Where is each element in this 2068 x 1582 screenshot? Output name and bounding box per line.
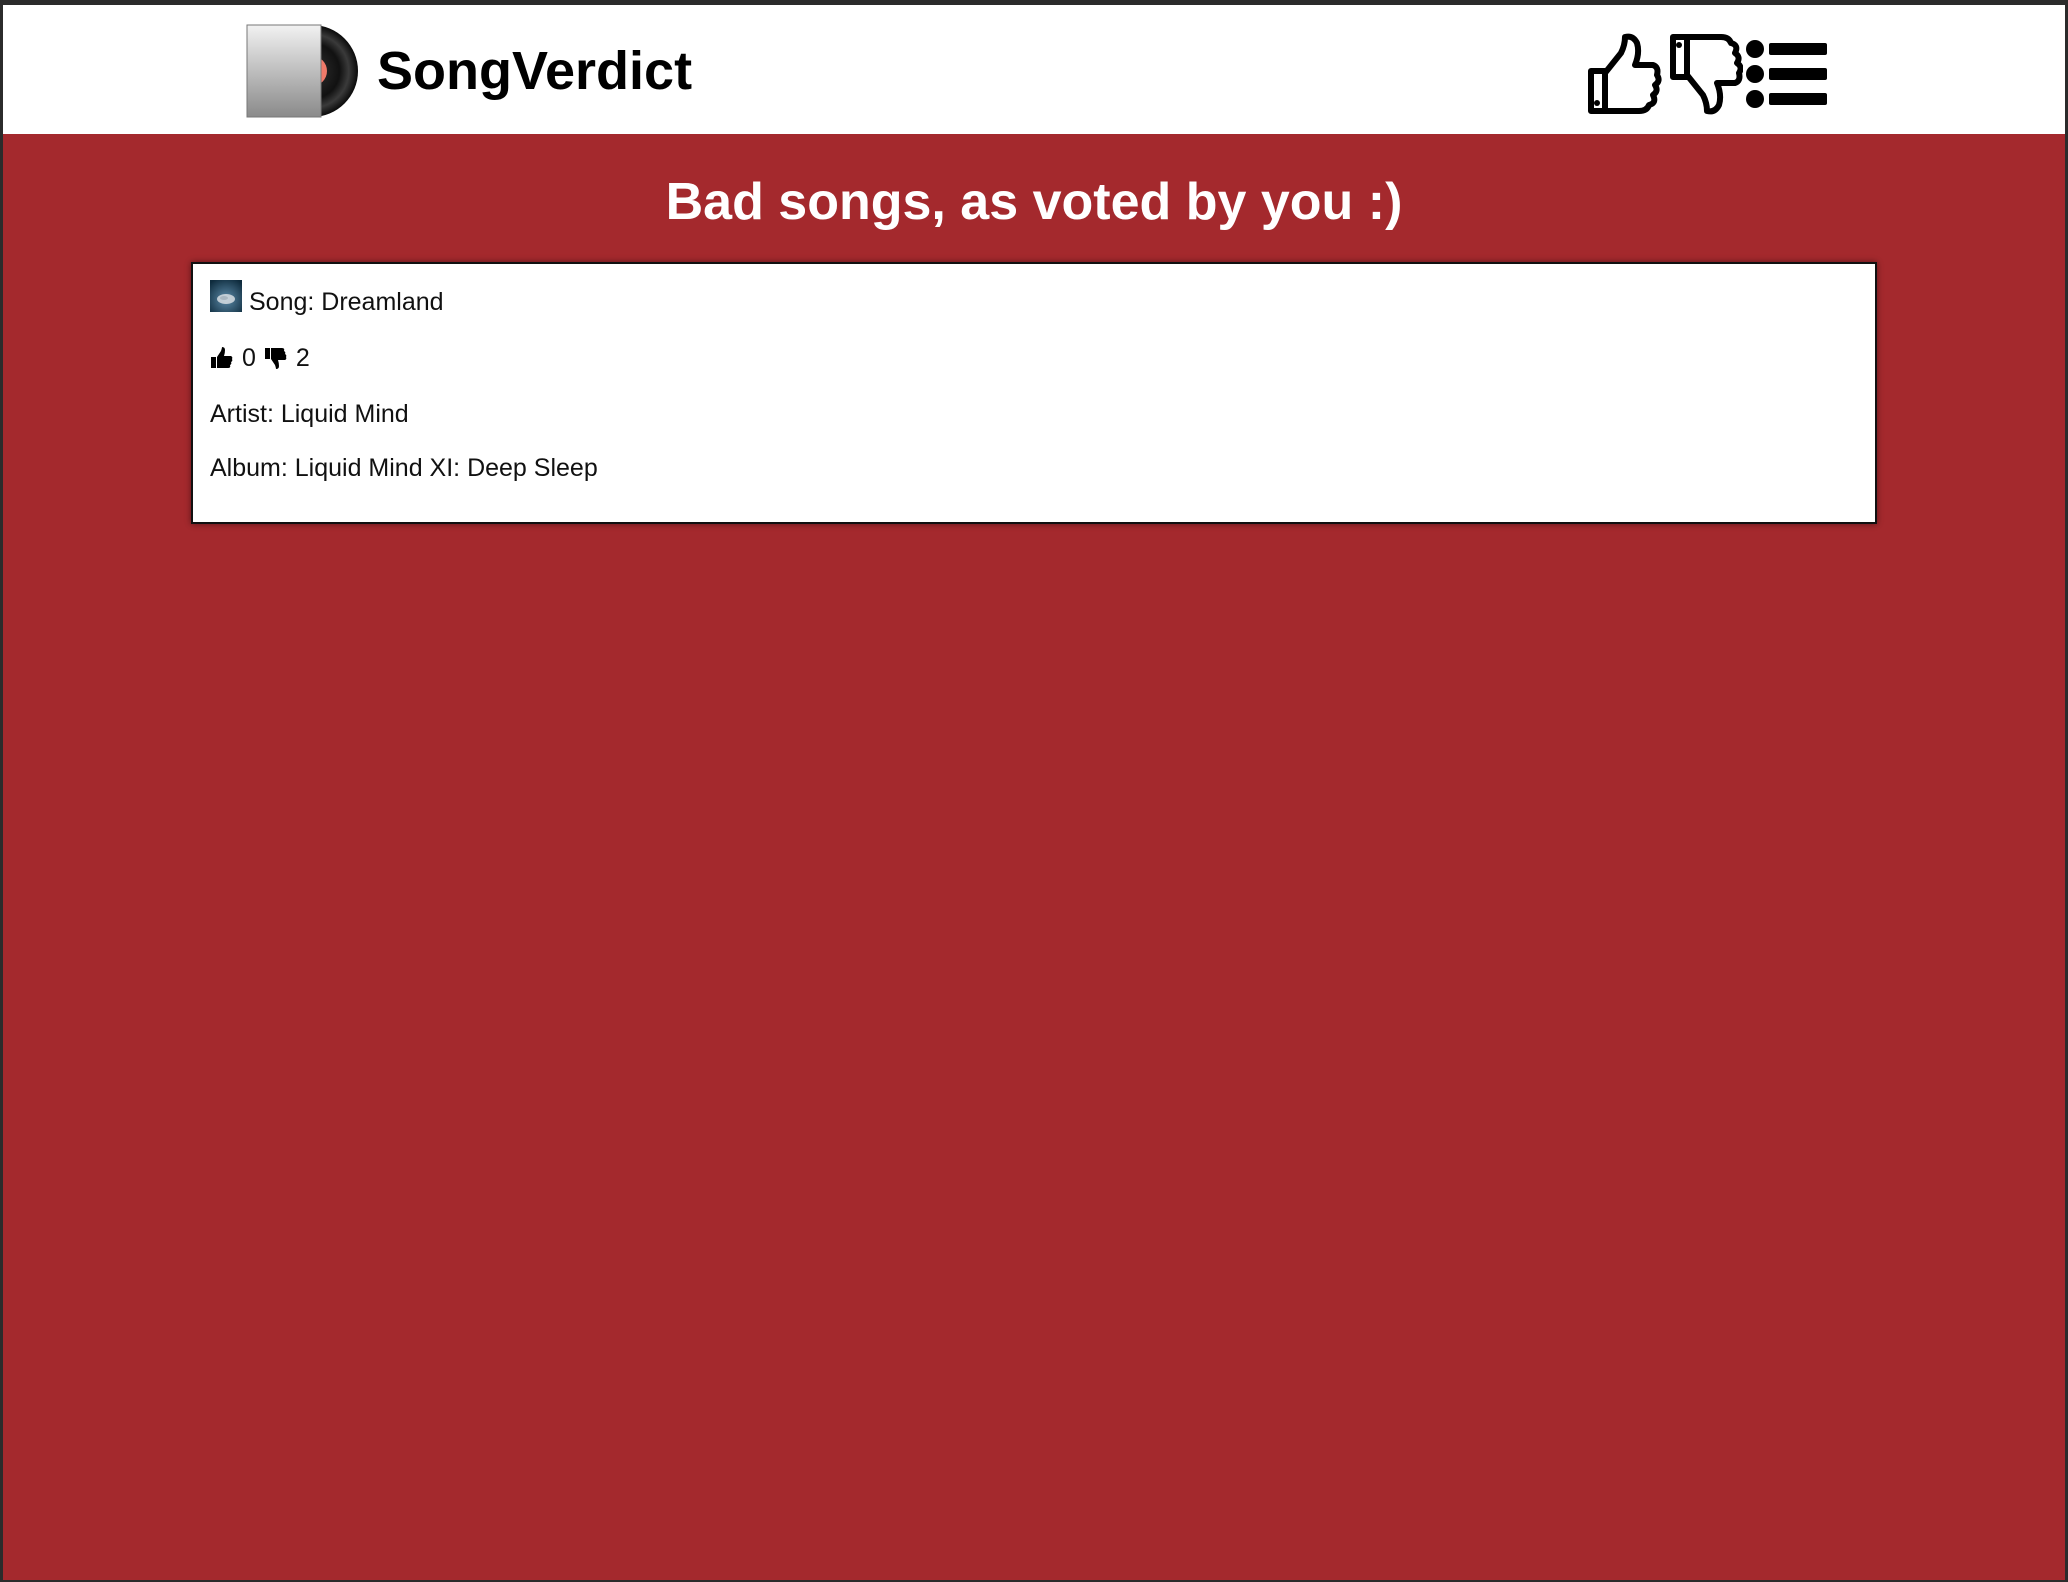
song-title: Song: Dreamland <box>249 288 444 316</box>
thumbs-up-icon[interactable] <box>210 346 234 370</box>
logo-icon[interactable] <box>245 23 361 119</box>
thumbs-up-icon <box>1585 31 1663 117</box>
downvote-count: 2 <box>295 344 310 372</box>
song-album: Album: Liquid Mind XI: Deep Sleep <box>210 454 598 482</box>
thumbs-down-icon[interactable] <box>264 346 288 370</box>
album-cover-image <box>210 280 242 312</box>
song-card: Song: Dreamland 0 2 Artist: Liquid Mind … <box>191 262 1877 524</box>
brand-name[interactable]: SongVerdict <box>377 33 692 109</box>
app-window: SongVerdict Bad songs, as voted by you:… <box>3 5 2065 1580</box>
upvote-count: 0 <box>242 344 256 372</box>
page-title: Bad songs, as voted by you :) <box>665 173 1403 231</box>
song-artist: Artist: Liquid Mind <box>210 400 409 428</box>
nav-bad-songs-button[interactable] <box>1667 31 1743 117</box>
list-icon <box>1745 31 1829 117</box>
nav-all-songs-button[interactable] <box>1745 31 1829 117</box>
thumbs-down-icon <box>1667 31 1743 117</box>
top-nav-bar: SongVerdict <box>3 5 2065 134</box>
vote-counts: 0 2 <box>210 342 318 374</box>
nav-good-songs-button[interactable] <box>1585 31 1663 117</box>
